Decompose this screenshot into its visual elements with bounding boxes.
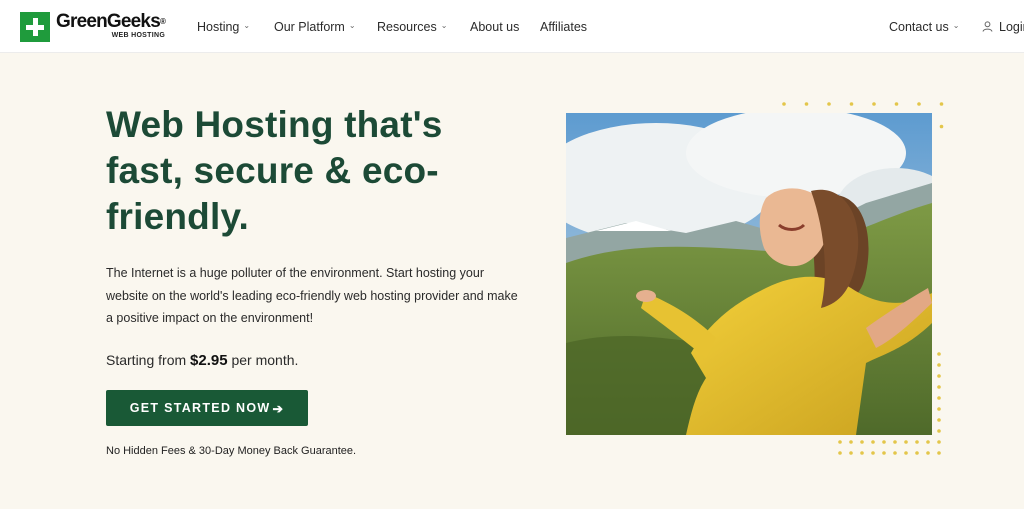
decorative-dot: [937, 429, 941, 433]
decorative-dot: [860, 440, 864, 444]
nav-login[interactable]: Login: [982, 20, 1024, 34]
decorative-dot: [937, 363, 941, 367]
description-line-3: a positive impact on the environment!: [106, 311, 314, 325]
price-prefix: Starting from: [106, 352, 187, 368]
user-icon: [982, 21, 993, 32]
main-nav: Hosting ⌄ Our Platform ⌄ Resources ⌄ About …: [0, 0, 1024, 53]
chevron-down-icon: ⌄: [243, 21, 251, 30]
decorative-dot: [937, 374, 941, 378]
nav-our-platform[interactable]: Our Platform ⌄: [274, 20, 356, 34]
hero-photo: [566, 113, 932, 435]
decorative-dot: [849, 451, 853, 455]
get-started-label: GET STARTED NOW: [129, 401, 271, 415]
decorative-dot: [926, 451, 930, 455]
decorative-dot: [904, 451, 908, 455]
decorative-dot: [827, 102, 831, 106]
description-line-1: The Internet is a huge polluter of the e…: [106, 266, 484, 280]
decorative-dot: [838, 440, 842, 444]
decorative-dot: [804, 102, 809, 106]
decorative-dot: [871, 451, 875, 455]
price-value: $2.95: [190, 352, 228, 369]
decorative-dot: [871, 440, 875, 444]
decorative-dot: [882, 440, 886, 444]
hero-headline: Web Hosting that's fast, secure & eco- f…: [106, 102, 526, 240]
decorative-dot: [939, 124, 944, 129]
nav-about-label: About us: [470, 19, 520, 34]
decorative-dot: [937, 440, 941, 444]
chevron-down-icon: ⌄: [348, 21, 356, 30]
decorative-dot: [937, 407, 941, 411]
decorative-dot: [782, 102, 786, 106]
headline-line-3: friendly.: [106, 196, 249, 237]
nav-about-us[interactable]: About us: [470, 20, 519, 34]
decorative-dot: [937, 451, 941, 455]
decorative-dot: [872, 102, 876, 106]
nav-contact-label: Contact us: [889, 19, 949, 34]
decorative-dot: [937, 418, 941, 422]
nav-platform-label: Our Platform: [274, 19, 345, 34]
get-started-button[interactable]: GET STARTED NOW ➔: [106, 390, 308, 426]
chevron-down-icon: ⌄: [952, 21, 960, 30]
site-header: GreenGeeks® WEB HOSTING Hosting ⌄ Our Pla…: [0, 0, 1024, 53]
decorative-dot: [849, 102, 854, 106]
woman-in-nature-image: [566, 113, 932, 435]
decorative-dot: [915, 451, 919, 455]
nav-affiliates-label: Affiliates: [540, 19, 588, 34]
decorative-dot: [937, 385, 941, 389]
guarantee-note: No Hidden Fees & 30-Day Money Back Guara…: [106, 445, 357, 457]
decorative-dot: [939, 102, 944, 106]
decorative-dot: [860, 451, 864, 455]
headline-line-1: Web Hosting that's: [106, 104, 443, 145]
decorative-dot: [917, 102, 921, 106]
decorative-dot: [849, 440, 853, 444]
hero-description: The Internet is a huge polluter of the e…: [106, 262, 526, 330]
chevron-down-icon: ⌄: [440, 21, 448, 30]
nav-affiliates[interactable]: Affiliates: [540, 20, 587, 34]
decorative-dot: [926, 440, 930, 444]
decorative-dot: [937, 396, 941, 400]
starting-price: Starting from $2.95 per month.: [106, 352, 298, 369]
nav-hosting-label: Hosting: [197, 19, 240, 34]
decorative-dot: [882, 451, 886, 455]
nav-resources[interactable]: Resources ⌄: [377, 20, 447, 34]
nav-resources-label: Resources: [377, 19, 437, 34]
decorative-dot: [838, 451, 842, 455]
nav-contact-us[interactable]: Contact us ⌄: [889, 20, 959, 34]
headline-line-2: fast, secure & eco-: [106, 150, 439, 191]
price-suffix: per month.: [231, 352, 299, 368]
nav-hosting[interactable]: Hosting ⌄: [197, 20, 250, 34]
decorative-dot: [894, 102, 899, 106]
decorative-dot: [915, 440, 919, 444]
nav-login-label: Login: [999, 19, 1024, 34]
arrow-right-icon: ➔: [272, 401, 285, 416]
description-line-2: website on the world's leading eco-frien…: [106, 288, 518, 303]
decorative-dot: [904, 440, 908, 444]
decorative-dot: [893, 451, 897, 455]
decorative-dot: [937, 352, 941, 356]
decorative-dot: [893, 440, 897, 444]
